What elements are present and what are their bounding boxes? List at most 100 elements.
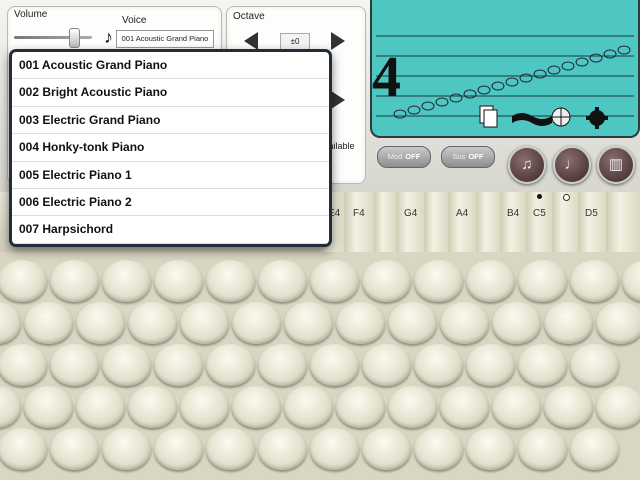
accordion-button[interactable] [388,302,437,344]
accordion-button[interactable] [180,302,229,344]
key[interactable] [476,192,501,252]
accordion-button[interactable] [466,428,515,470]
accordion-button[interactable] [0,344,47,386]
voice-list-item[interactable]: 006 Electric Piano 2 [12,189,329,217]
staff-note-icon[interactable]: ♩ [553,146,591,184]
document-icon[interactable] [479,105,498,128]
accordion-button[interactable] [154,260,203,302]
film-strip-icon[interactable] [512,113,552,126]
key[interactable] [424,192,449,252]
key[interactable] [500,192,527,252]
accordion-button[interactable] [518,260,567,302]
globe-icon[interactable] [551,107,571,127]
accordion-button[interactable] [336,386,385,428]
accordion-button[interactable] [414,344,463,386]
accordion-button[interactable] [284,386,333,428]
sus-toggle[interactable]: Sus OFF [441,146,495,168]
accordion-button[interactable] [76,302,125,344]
accordion-button[interactable] [284,302,333,344]
key[interactable] [552,192,579,252]
voice-select[interactable]: 001 Acoustic Grand Piano [116,30,214,48]
key[interactable] [578,192,607,252]
key-label-g4: G4 [404,208,418,219]
accordion-button[interactable] [0,302,21,344]
accordion-button[interactable] [466,260,515,302]
volume-slider-track[interactable] [14,36,92,39]
voice-list-item[interactable]: 004 Honky-tonk Piano [12,134,329,162]
accordion-button[interactable] [258,344,307,386]
accordion-button[interactable] [102,344,151,386]
accordion-button[interactable] [206,260,255,302]
accordion-button[interactable] [232,386,281,428]
accordion-button[interactable] [570,260,619,302]
accordion-button[interactable] [50,260,99,302]
accordion-button[interactable] [24,302,73,344]
accordion-button[interactable] [414,428,463,470]
accordion-button[interactable] [362,344,411,386]
key[interactable] [526,192,553,252]
accordion-button[interactable] [518,428,567,470]
mod-toggle[interactable]: Mod OFF [377,146,431,168]
accordion-button[interactable] [440,302,489,344]
voice-list-item[interactable]: 003 Electric Grand Piano [12,107,329,135]
accordion-button[interactable] [466,344,515,386]
accordion-button[interactable] [206,428,255,470]
key[interactable] [448,192,477,252]
key[interactable] [396,192,425,252]
accordion-button[interactable] [0,386,21,428]
accordion-button[interactable] [336,302,385,344]
accordion-button[interactable] [414,260,463,302]
piano-keys-icon[interactable]: ▥ [597,146,635,184]
accordion-button[interactable] [232,302,281,344]
accordion-button[interactable] [362,428,411,470]
accordion-button[interactable] [206,344,255,386]
voice-list-item[interactable]: 002 Bright Acoustic Piano [12,79,329,107]
accordion-button[interactable] [492,302,541,344]
accordion-button[interactable] [24,386,73,428]
accordion-button[interactable] [492,386,541,428]
accordion-button[interactable] [518,344,567,386]
accordion-button[interactable] [154,344,203,386]
key[interactable] [606,192,640,252]
arrow-right-icon[interactable] [331,91,345,109]
accordion-button[interactable] [128,302,177,344]
accordion-button[interactable] [0,260,47,302]
accordion-button[interactable] [154,428,203,470]
accordion-button[interactable] [622,260,640,302]
accordion-button[interactable] [76,386,125,428]
accordion-button[interactable] [50,428,99,470]
mod-label: Mod [387,152,403,161]
key-label-c5: C5 [533,208,546,219]
key[interactable] [344,192,375,252]
accordion-button[interactable] [258,260,307,302]
accordion-button[interactable] [180,386,229,428]
arrow-right-icon[interactable] [331,32,345,50]
accordion-button[interactable] [570,428,619,470]
accordion-button[interactable] [50,344,99,386]
accordion-button[interactable] [544,302,593,344]
accordion-button[interactable] [596,302,640,344]
accordion-button[interactable] [310,344,359,386]
volume-slider-thumb[interactable] [69,28,80,48]
accordion-button[interactable] [102,428,151,470]
accordion-button[interactable] [544,386,593,428]
accordion-button[interactable] [440,386,489,428]
key-label-a4: A4 [456,208,469,219]
accordion-button[interactable] [570,344,619,386]
key[interactable] [374,192,397,252]
voice-list-item[interactable]: 001 Acoustic Grand Piano [12,52,329,80]
accordion-button[interactable] [310,260,359,302]
voice-list-item[interactable]: 005 Electric Piano 1 [12,162,329,189]
accordion-button[interactable] [362,260,411,302]
accordion-button[interactable] [596,386,640,428]
accordion-button[interactable] [388,386,437,428]
accordion-button[interactable] [310,428,359,470]
gear-icon[interactable] [586,107,608,129]
arrow-left-icon[interactable] [244,32,258,50]
accordion-button[interactable] [102,260,151,302]
voice-list-item[interactable]: 007 Harpsichord [12,216,329,244]
accordion-button[interactable] [0,428,47,470]
accordion-icon[interactable]: ♫ [508,146,546,184]
accordion-button[interactable] [128,386,177,428]
accordion-button[interactable] [258,428,307,470]
